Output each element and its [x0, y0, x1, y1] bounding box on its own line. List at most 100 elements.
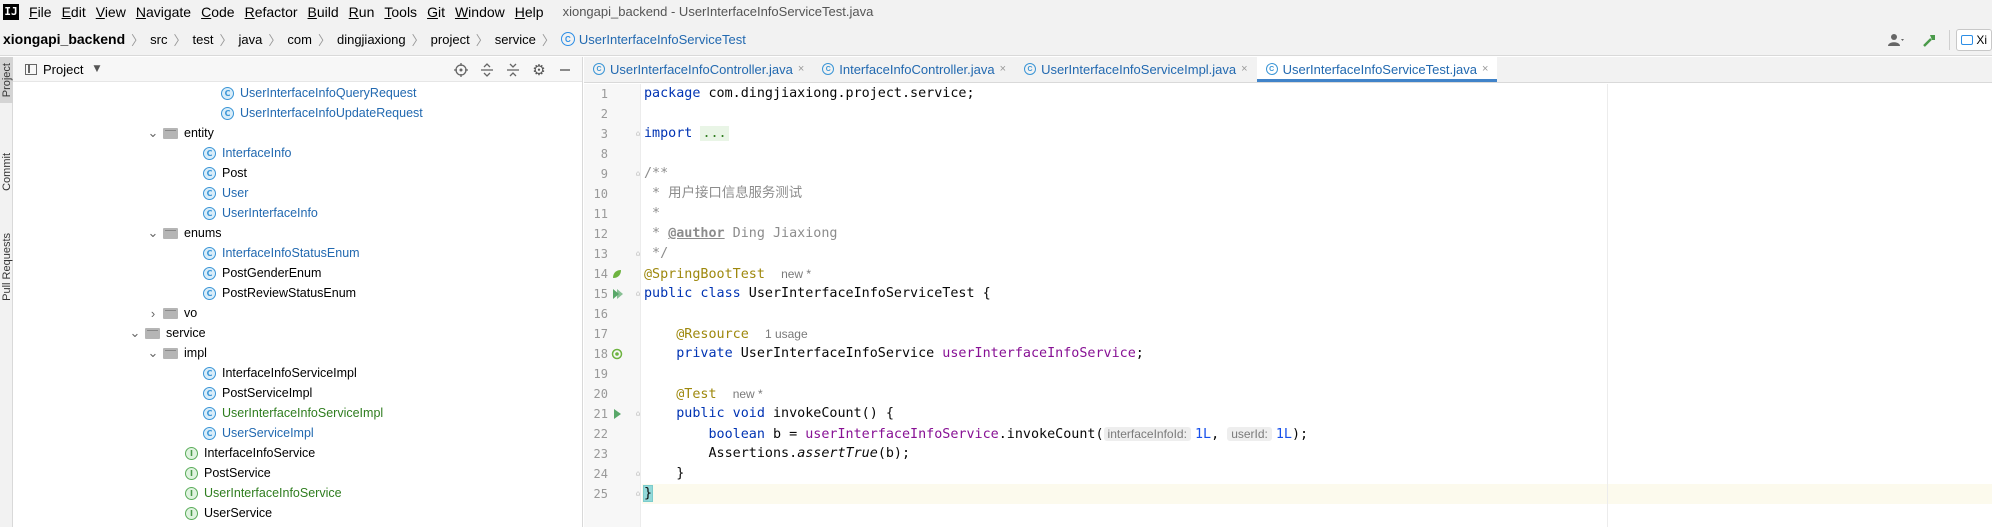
tree-item-interfaceinfoservice[interactable]: I InterfaceInfoService — [185, 443, 315, 463]
tree-item-postreviewstatusenum[interactable]: C PostReviewStatusEnum — [203, 283, 356, 303]
code-line-12[interactable]: * @author Ding Jiaxiong — [644, 224, 837, 244]
line-number[interactable]: 8 — [584, 144, 608, 164]
tree-item-userservice[interactable]: I UserService — [185, 503, 272, 523]
code-line-11[interactable]: * — [644, 204, 660, 224]
code-line-15[interactable]: public class UserInterfaceInfoServiceTes… — [644, 284, 991, 304]
line-number[interactable]: 21 — [584, 404, 608, 424]
usage-hint[interactable]: 1 usage — [765, 327, 808, 341]
line-number[interactable]: 14 — [584, 264, 608, 284]
fold-marker-icon[interactable]: ⌂ — [635, 246, 641, 262]
expand-all-icon[interactable] — [474, 62, 500, 77]
tab-interface-info-controller[interactable]: C InterfaceInfoController.java × — [813, 56, 1015, 82]
run-config-selector[interactable]: Xi — [1956, 28, 1992, 51]
spring-bean-icon[interactable] — [610, 344, 624, 364]
menu-navigate[interactable]: Navigate — [131, 4, 196, 20]
menu-window[interactable]: Window — [450, 4, 510, 20]
menu-view[interactable]: View — [91, 4, 131, 20]
tool-window-commit[interactable]: Commit — [0, 139, 13, 205]
menu-help[interactable]: Help — [510, 4, 549, 20]
tree-item-impl[interactable]: ⌄ impl — [147, 343, 207, 363]
line-number[interactable]: 2 — [584, 104, 608, 124]
line-number[interactable]: 18 — [584, 344, 608, 364]
code-line-22[interactable]: boolean b = userInterfaceInfoService.inv… — [644, 424, 1308, 444]
collapse-all-icon[interactable] — [500, 63, 526, 77]
code-line-23[interactable]: Assertions.assertTrue(b); — [644, 444, 911, 464]
line-number[interactable]: 25 — [584, 484, 608, 504]
code-line-24[interactable]: } — [644, 464, 684, 484]
tree-item-entity[interactable]: ⌄ entity — [147, 123, 214, 143]
code-line-17[interactable]: @Resource 1 usage — [644, 324, 808, 344]
breadcrumb-service[interactable]: service — [495, 32, 536, 47]
author-hint[interactable]: new * — [781, 267, 811, 281]
author-hint[interactable]: new * — [733, 387, 763, 401]
menu-git[interactable]: Git — [422, 4, 450, 20]
tree-item-interfaceinfo[interactable]: C InterfaceInfo — [203, 143, 292, 163]
breadcrumb-file[interactable]: C UserInterfaceInfoServiceTest — [560, 32, 746, 47]
chevron-down-icon[interactable]: ⌄ — [147, 345, 159, 361]
tree-item-user[interactable]: C User — [203, 183, 248, 203]
code-line-21[interactable]: public void invokeCount() { — [644, 404, 894, 424]
tab-user-interface-info-controller[interactable]: C UserInterfaceInfoController.java × — [584, 56, 813, 82]
chevron-down-icon[interactable]: ▼ — [93, 64, 100, 74]
fold-marker-icon[interactable]: ⌂ — [635, 126, 641, 142]
breadcrumb-project[interactable]: xiongapi_backend — [3, 31, 125, 47]
fold-marker-icon[interactable]: ⌂ — [635, 486, 641, 502]
code-line-20[interactable]: @Test new * — [644, 384, 763, 404]
line-number[interactable]: 20 — [584, 384, 608, 404]
fold-marker-icon[interactable]: ⌂ — [635, 406, 641, 422]
code-line-10[interactable]: * 用户接口信息服务测试 — [644, 184, 802, 204]
line-number[interactable]: 24 — [584, 464, 608, 484]
tree-item-interfaceinfostatusenum[interactable]: C InterfaceInfoStatusEnum — [203, 243, 360, 263]
fold-marker-icon[interactable]: ⌂ — [635, 286, 641, 302]
breadcrumb-com[interactable]: com — [287, 32, 312, 47]
code-line-1[interactable]: package com.dingjiaxiong.project.service… — [644, 84, 975, 104]
code-line-14[interactable]: @SpringBootTest new * — [644, 264, 811, 284]
tree-item-enums[interactable]: ⌄ enums — [147, 223, 222, 243]
user-icon[interactable] — [1883, 29, 1909, 51]
fold-marker-icon[interactable]: ⌂ — [635, 166, 641, 182]
menu-file[interactable]: File — [24, 4, 57, 20]
menu-refactor[interactable]: Refactor — [240, 4, 303, 20]
run-test-icon[interactable] — [610, 284, 624, 304]
tool-window-project[interactable]: Project — [0, 57, 13, 103]
tree-item-postgenderenum[interactable]: C PostGenderEnum — [203, 263, 321, 283]
tree-item-vo[interactable]: › vo — [147, 303, 197, 323]
chevron-down-icon[interactable]: ⌄ — [147, 125, 159, 141]
menu-build[interactable]: Build — [303, 4, 344, 20]
chevron-right-icon[interactable]: › — [147, 306, 159, 321]
tree-item-userinterfaceinfoserviceimpl[interactable]: C UserInterfaceInfoServiceImpl — [203, 403, 383, 423]
menu-tools[interactable]: Tools — [379, 4, 422, 20]
line-number[interactable]: 19 — [584, 364, 608, 384]
tab-user-interface-info-service-impl[interactable]: C UserInterfaceInfoServiceImpl.java × — [1015, 56, 1257, 82]
line-number[interactable]: 12 — [584, 224, 608, 244]
line-number[interactable]: 22 — [584, 424, 608, 444]
code-line-9[interactable]: /** — [644, 164, 668, 184]
tree-item-userinterfaceinfo[interactable]: C UserInterfaceInfo — [203, 203, 318, 223]
tree-item-userinterfaceinfoservice[interactable]: I UserInterfaceInfoService — [185, 483, 342, 503]
tool-window-pull-requests[interactable]: Pull Requests — [0, 217, 13, 317]
breadcrumb-project-pkg[interactable]: project — [431, 32, 470, 47]
tab-user-interface-info-service-test[interactable]: C UserInterfaceInfoServiceTest.java × — [1256, 56, 1498, 82]
tree-item-userinterfaceinfoupdaterequest[interactable]: C UserInterfaceInfoUpdateRequest — [221, 103, 423, 123]
spring-bean-icon[interactable] — [610, 264, 624, 284]
code-line-3[interactable]: import ... — [644, 124, 729, 144]
close-icon[interactable]: × — [1241, 63, 1247, 75]
fold-marker-icon[interactable]: ⌂ — [635, 466, 641, 482]
close-icon[interactable]: × — [798, 63, 804, 75]
line-number[interactable]: 16 — [584, 304, 608, 324]
code-line-25[interactable]: } — [642, 484, 654, 504]
close-icon[interactable]: × — [1000, 63, 1006, 75]
line-number[interactable]: 11 — [584, 204, 608, 224]
tree-item-interfaceinfoserviceimpl[interactable]: C InterfaceInfoServiceImpl — [203, 363, 357, 383]
line-number[interactable]: 3 — [584, 124, 608, 144]
menu-code[interactable]: Code — [196, 4, 239, 20]
menu-edit[interactable]: Edit — [57, 4, 91, 20]
chevron-down-icon[interactable]: ⌄ — [147, 225, 159, 241]
line-number[interactable]: 10 — [584, 184, 608, 204]
tree-item-userinterfaceinfoqueryrequest[interactable]: C UserInterfaceInfoQueryRequest — [221, 83, 416, 103]
line-number[interactable]: 17 — [584, 324, 608, 344]
hammer-icon[interactable] — [1917, 29, 1943, 51]
chevron-down-icon[interactable]: ⌄ — [129, 325, 141, 341]
menu-run[interactable]: Run — [344, 4, 380, 20]
breadcrumb-src[interactable]: src — [150, 32, 167, 47]
